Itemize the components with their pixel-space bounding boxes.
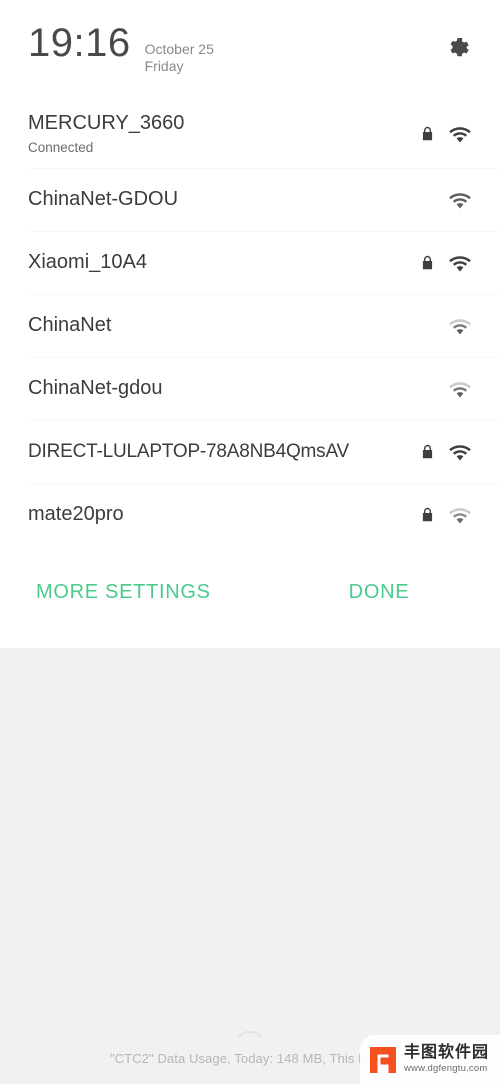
network-ssid: MERCURY_3660 <box>28 111 185 134</box>
date-text: October 25 <box>144 40 214 57</box>
wifi-icon <box>448 253 472 273</box>
network-icons <box>413 505 472 525</box>
settings-button[interactable] <box>438 30 478 70</box>
wifi-network-row[interactable]: ChinaNet-GDOU <box>0 168 500 231</box>
wifi-icon <box>448 316 472 336</box>
weekday-text: Friday <box>144 58 184 74</box>
wifi-network-row[interactable]: Xiaomi_10A4 <box>0 231 500 294</box>
network-icons <box>413 316 472 336</box>
date-block: October 25 Friday <box>145 41 214 75</box>
lock-icon-placeholder <box>421 191 434 209</box>
lock-icon <box>421 125 434 143</box>
network-ssid: mate20pro <box>28 503 124 525</box>
wifi-network-row[interactable]: DIRECT-LULAPTOP-78A8NB4QmsAV <box>0 420 500 483</box>
network-ssid: ChinaNet <box>28 314 112 336</box>
lock-icon-placeholder <box>421 317 434 335</box>
wifi-icon <box>448 442 472 462</box>
wifi-network-row[interactable]: ChinaNet <box>0 294 500 357</box>
panel-header: 19:16 October 25 Friday <box>0 0 500 100</box>
wifi-icon <box>448 124 472 144</box>
lock-icon-placeholder <box>421 380 434 398</box>
network-text-block: MERCURY_3660 Connected <box>28 111 413 158</box>
network-icons <box>413 124 472 144</box>
watermark: 丰图软件园 www.dgfengtu.com <box>360 1035 500 1084</box>
watermark-url: www.dgfengtu.com <box>404 1063 488 1075</box>
wifi-quick-settings-panel: 19:16 October 25 Friday MERCURY_3660 Con… <box>0 0 500 648</box>
network-text-block: ChinaNet-GDOU <box>28 187 413 212</box>
gear-icon <box>446 36 470 65</box>
network-text-block: DIRECT-LULAPTOP-78A8NB4QmsAV <box>28 440 413 464</box>
wifi-icon <box>448 505 472 525</box>
wifi-network-row[interactable]: ChinaNet-gdou <box>0 357 500 420</box>
lock-icon <box>421 506 434 524</box>
network-ssid: ChinaNet-gdou <box>28 377 163 399</box>
network-text-block: ChinaNet <box>28 313 413 338</box>
fengtu-logo-icon <box>368 1045 398 1075</box>
wifi-icon <box>448 190 472 210</box>
wifi-network-row[interactable]: MERCURY_3660 Connected <box>0 100 500 168</box>
wifi-network-row[interactable]: mate20pro <box>0 483 500 546</box>
watermark-title: 丰图软件园 <box>404 1043 490 1061</box>
network-icons <box>413 190 472 210</box>
network-text-block: mate20pro <box>28 502 413 527</box>
network-ssid: ChinaNet-GDOU <box>28 188 179 210</box>
network-text-block: ChinaNet-gdou <box>28 376 413 401</box>
panel-action-bar: MORE SETTINGS DONE <box>0 556 500 628</box>
more-settings-button[interactable]: MORE SETTINGS <box>30 573 217 612</box>
done-button[interactable]: DONE <box>343 573 416 612</box>
lock-icon <box>421 254 434 272</box>
network-ssid: Xiaomi_10A4 <box>28 251 147 273</box>
network-text-block: Xiaomi_10A4 <box>28 250 413 275</box>
clock-block: 19:16 October 25 Friday <box>28 23 438 77</box>
data-usage-status-text: "CTC2" Data Usage, Today: 148 MB, This M… <box>109 1050 391 1066</box>
network-status: Connected <box>28 139 94 155</box>
network-icons <box>413 253 472 273</box>
network-icons <box>413 442 472 462</box>
watermark-text-block: 丰图软件园 www.dgfengtu.com <box>404 1044 489 1076</box>
wifi-network-list: MERCURY_3660 Connected ChinaNet-GDOU Xia… <box>0 100 500 546</box>
clock-time: 19:16 <box>28 20 131 65</box>
wifi-icon <box>448 379 472 399</box>
lock-icon <box>421 443 434 461</box>
network-icons <box>413 379 472 399</box>
network-ssid: DIRECT-LULAPTOP-78A8NB4QmsAV <box>28 440 350 462</box>
